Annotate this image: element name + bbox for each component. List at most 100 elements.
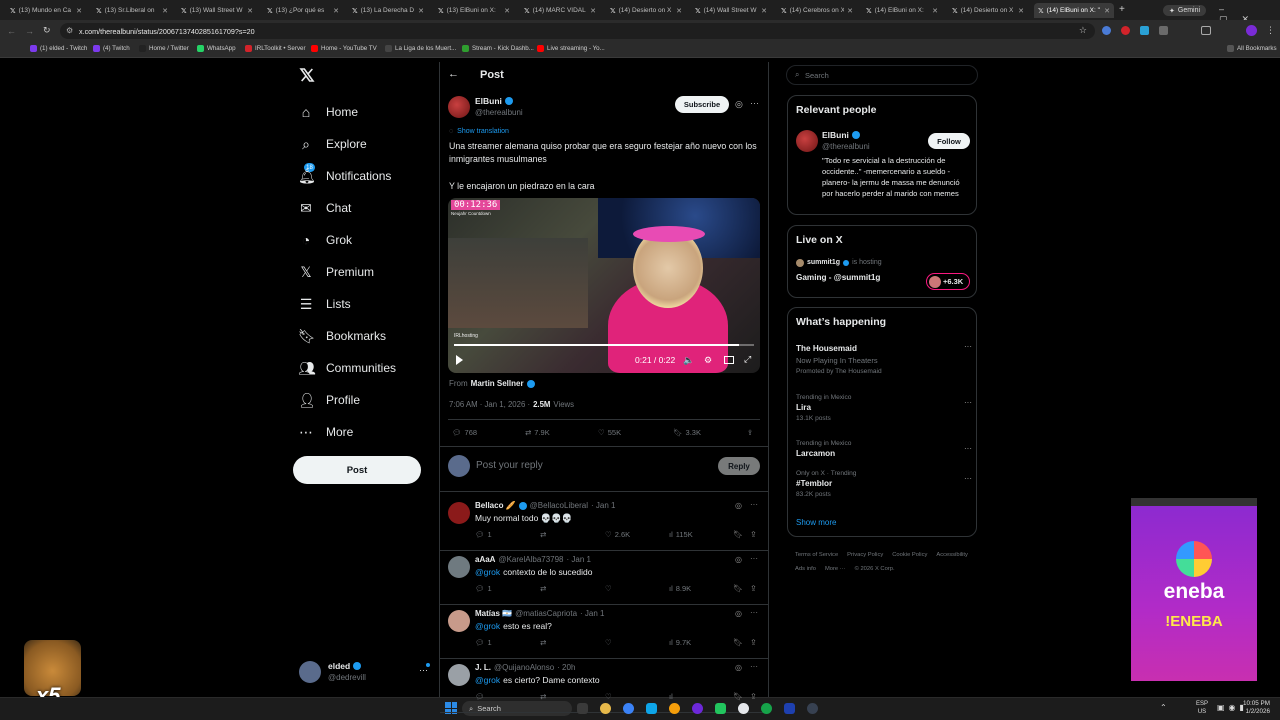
share-icon[interactable]: ⇪ bbox=[750, 692, 757, 701]
bookmark-icon[interactable]: 🔖︎ bbox=[733, 530, 743, 539]
repost-action[interactable]: ⇄ bbox=[540, 692, 549, 701]
reply-time[interactable]: · 20h bbox=[557, 663, 575, 672]
repost-action[interactable]: ⇄ bbox=[540, 584, 549, 593]
show-more-link[interactable]: Show more bbox=[796, 518, 836, 527]
more-dots-icon[interactable]: ··· bbox=[750, 662, 758, 671]
gemini-button[interactable]: ✦ Gemini bbox=[1163, 5, 1207, 16]
reply-time[interactable]: · Jan 1 bbox=[567, 555, 591, 564]
reload-icon[interactable]: ↻ bbox=[43, 25, 51, 36]
extension-icon[interactable] bbox=[1140, 26, 1149, 35]
more-dots-icon[interactable]: ··· bbox=[964, 444, 972, 453]
from-author-link[interactable]: Martin Sellner bbox=[471, 379, 524, 388]
reply-author-name[interactable]: aAaA bbox=[475, 555, 495, 564]
address-bar[interactable]: ⚙ x.com/therealbuni/status/2006713740285… bbox=[60, 23, 1095, 39]
views-action[interactable]: ıl bbox=[669, 692, 676, 701]
sidebar-item-home[interactable]: ⌂ Home bbox=[298, 100, 358, 124]
tab-close-icon[interactable]: ✕ bbox=[504, 7, 510, 15]
account-switcher[interactable]: elded @dedrevill ··· bbox=[293, 657, 433, 687]
share-icon[interactable]: ⇪ bbox=[750, 584, 757, 593]
avatar[interactable] bbox=[796, 130, 818, 152]
footer-link[interactable]: Cookie Policy bbox=[892, 548, 927, 562]
bookmark-icon[interactable]: 🔖︎ bbox=[733, 692, 743, 701]
reply-action[interactable]: 💬︎ 768 bbox=[452, 428, 477, 437]
video-player[interactable]: 00:12:36 Neujahr Countdown IRLhosting 0:… bbox=[448, 198, 760, 373]
trend-item[interactable]: The Housemaid Now Playing In Theaters Prom… bbox=[796, 342, 972, 375]
footer-link[interactable]: More ··· bbox=[825, 562, 846, 576]
x-logo-icon[interactable] bbox=[299, 67, 315, 83]
post-button[interactable]: Post bbox=[293, 456, 421, 484]
search-input[interactable]: ⌕ Search bbox=[786, 65, 978, 85]
mention-link[interactable]: @grok bbox=[475, 567, 500, 577]
grok-icon[interactable]: ◎ bbox=[735, 501, 742, 510]
more-dots-icon[interactable]: ··· bbox=[750, 500, 758, 509]
avatar[interactable] bbox=[448, 610, 470, 632]
share-icon[interactable]: ⇪ bbox=[747, 428, 753, 437]
reply-author-handle[interactable]: @KarelAlba73798 bbox=[498, 555, 563, 564]
repost-action[interactable]: ⇄ 7.9K bbox=[525, 428, 550, 437]
footer-link[interactable]: © 2026 X Corp. bbox=[855, 562, 895, 576]
live-stream-title[interactable]: Gaming - @summit1g bbox=[796, 273, 880, 282]
tab-close-icon[interactable]: ✕ bbox=[676, 7, 682, 15]
more-dots-icon[interactable]: ··· bbox=[964, 342, 972, 351]
language-indicator[interactable]: ESP US bbox=[1196, 700, 1208, 716]
bookmark-icon[interactable]: 🔖︎ bbox=[733, 638, 743, 647]
browser-tab[interactable]: 𝕏 (13) Wall Street W ✕ bbox=[177, 3, 257, 18]
avatar[interactable] bbox=[448, 664, 470, 686]
browser-tab[interactable]: 𝕏 (13) ¿Por qué es ✕ bbox=[263, 3, 343, 18]
heart-action[interactable]: ♡ bbox=[605, 692, 615, 701]
bookmark-item[interactable]: WhatsApp bbox=[197, 45, 236, 52]
heart-action[interactable]: ♡ bbox=[605, 584, 615, 593]
tab-close-icon[interactable]: ✕ bbox=[162, 7, 168, 15]
reply-action[interactable]: 💬︎ 1 bbox=[475, 638, 492, 647]
share-icon[interactable]: ⇪ bbox=[750, 638, 757, 647]
obs-icon[interactable] bbox=[761, 703, 772, 714]
fullscreen-icon[interactable]: ⤢ bbox=[744, 354, 751, 365]
grok-icon[interactable]: ◎ bbox=[735, 609, 742, 618]
sidebar-item-bookmarks[interactable]: 🔖︎ Bookmarks bbox=[298, 324, 386, 348]
more-dots-icon[interactable]: ··· bbox=[964, 474, 972, 483]
more-dots-icon[interactable]: ··· bbox=[750, 608, 758, 617]
avatar[interactable] bbox=[448, 556, 470, 578]
bookmark-item[interactable]: Live streaming - Yo... bbox=[537, 45, 605, 52]
tab-close-icon[interactable]: ✕ bbox=[418, 7, 424, 15]
reply-action[interactable]: 💬︎ bbox=[475, 692, 488, 701]
reply-time[interactable]: · Jan 1 bbox=[591, 501, 615, 510]
follow-button[interactable]: Follow bbox=[928, 133, 970, 149]
task-view-icon[interactable] bbox=[577, 703, 588, 714]
browser-tab[interactable]: 𝕏 (14) Desierto on X ✕ bbox=[948, 3, 1028, 18]
sidebar-item-profile[interactable]: 👤︎ Profile bbox=[298, 388, 360, 412]
tab-close-icon[interactable]: ✕ bbox=[590, 7, 596, 15]
sidebar-item-grok[interactable]: ◔ Grok bbox=[298, 228, 352, 252]
show-translation-link[interactable]: ◌ Show translation bbox=[449, 128, 509, 135]
terminal-icon[interactable] bbox=[807, 703, 818, 714]
extension-icon[interactable] bbox=[1102, 26, 1111, 35]
browser-tab[interactable]: 𝕏 (14) Cerebros on X ✕ bbox=[777, 3, 857, 18]
taskbar-clock[interactable]: 10:05 PM 1/2/2026 bbox=[1243, 700, 1270, 716]
footer-link[interactable]: Ads info bbox=[795, 562, 816, 576]
subscribe-button[interactable]: Subscribe bbox=[675, 96, 729, 113]
back-arrow-icon[interactable]: ← bbox=[448, 68, 459, 80]
bookmark-item[interactable]: (1) elded - Twitch bbox=[30, 45, 87, 52]
reply-author-handle[interactable]: @QuijanoAlonso bbox=[494, 663, 554, 672]
grok-icon[interactable]: ◎ bbox=[735, 99, 743, 110]
tab-close-icon[interactable]: ✕ bbox=[932, 7, 938, 15]
reply-input[interactable]: Post your reply bbox=[476, 460, 543, 471]
sidebar-toggle-icon[interactable] bbox=[1201, 26, 1211, 35]
grok-icon[interactable]: ◎ bbox=[735, 663, 742, 672]
extensions-puzzle-icon[interactable] bbox=[1159, 26, 1168, 35]
reply-author-handle[interactable]: @BellacoLiberal bbox=[530, 501, 588, 510]
author-handle[interactable]: @therealbuni bbox=[475, 108, 523, 117]
reply-time[interactable]: · Jan 1 bbox=[580, 609, 604, 618]
live-listeners-badge[interactable]: +6.3K bbox=[926, 273, 970, 290]
forward-icon[interactable]: → bbox=[25, 26, 34, 36]
file-explorer-icon[interactable] bbox=[600, 703, 611, 714]
sidebar-item-notifications[interactable]: 🔔︎ Notifications bbox=[298, 164, 391, 188]
bookmark-icon[interactable]: 🔖︎ bbox=[733, 584, 743, 593]
tab-close-icon[interactable]: ✕ bbox=[247, 7, 253, 15]
sidebar-item-chat[interactable]: ✉ Chat bbox=[298, 196, 351, 220]
footer-link[interactable]: Accessibility bbox=[936, 548, 968, 562]
reply-author-name[interactable]: Bellaco 🥖 bbox=[475, 501, 516, 510]
like-action[interactable]: ♡ 55K bbox=[598, 428, 621, 437]
sidebar-item-communities[interactable]: 👥︎ Communities bbox=[298, 356, 396, 380]
volume-icon[interactable]: 🔈 bbox=[683, 355, 694, 366]
